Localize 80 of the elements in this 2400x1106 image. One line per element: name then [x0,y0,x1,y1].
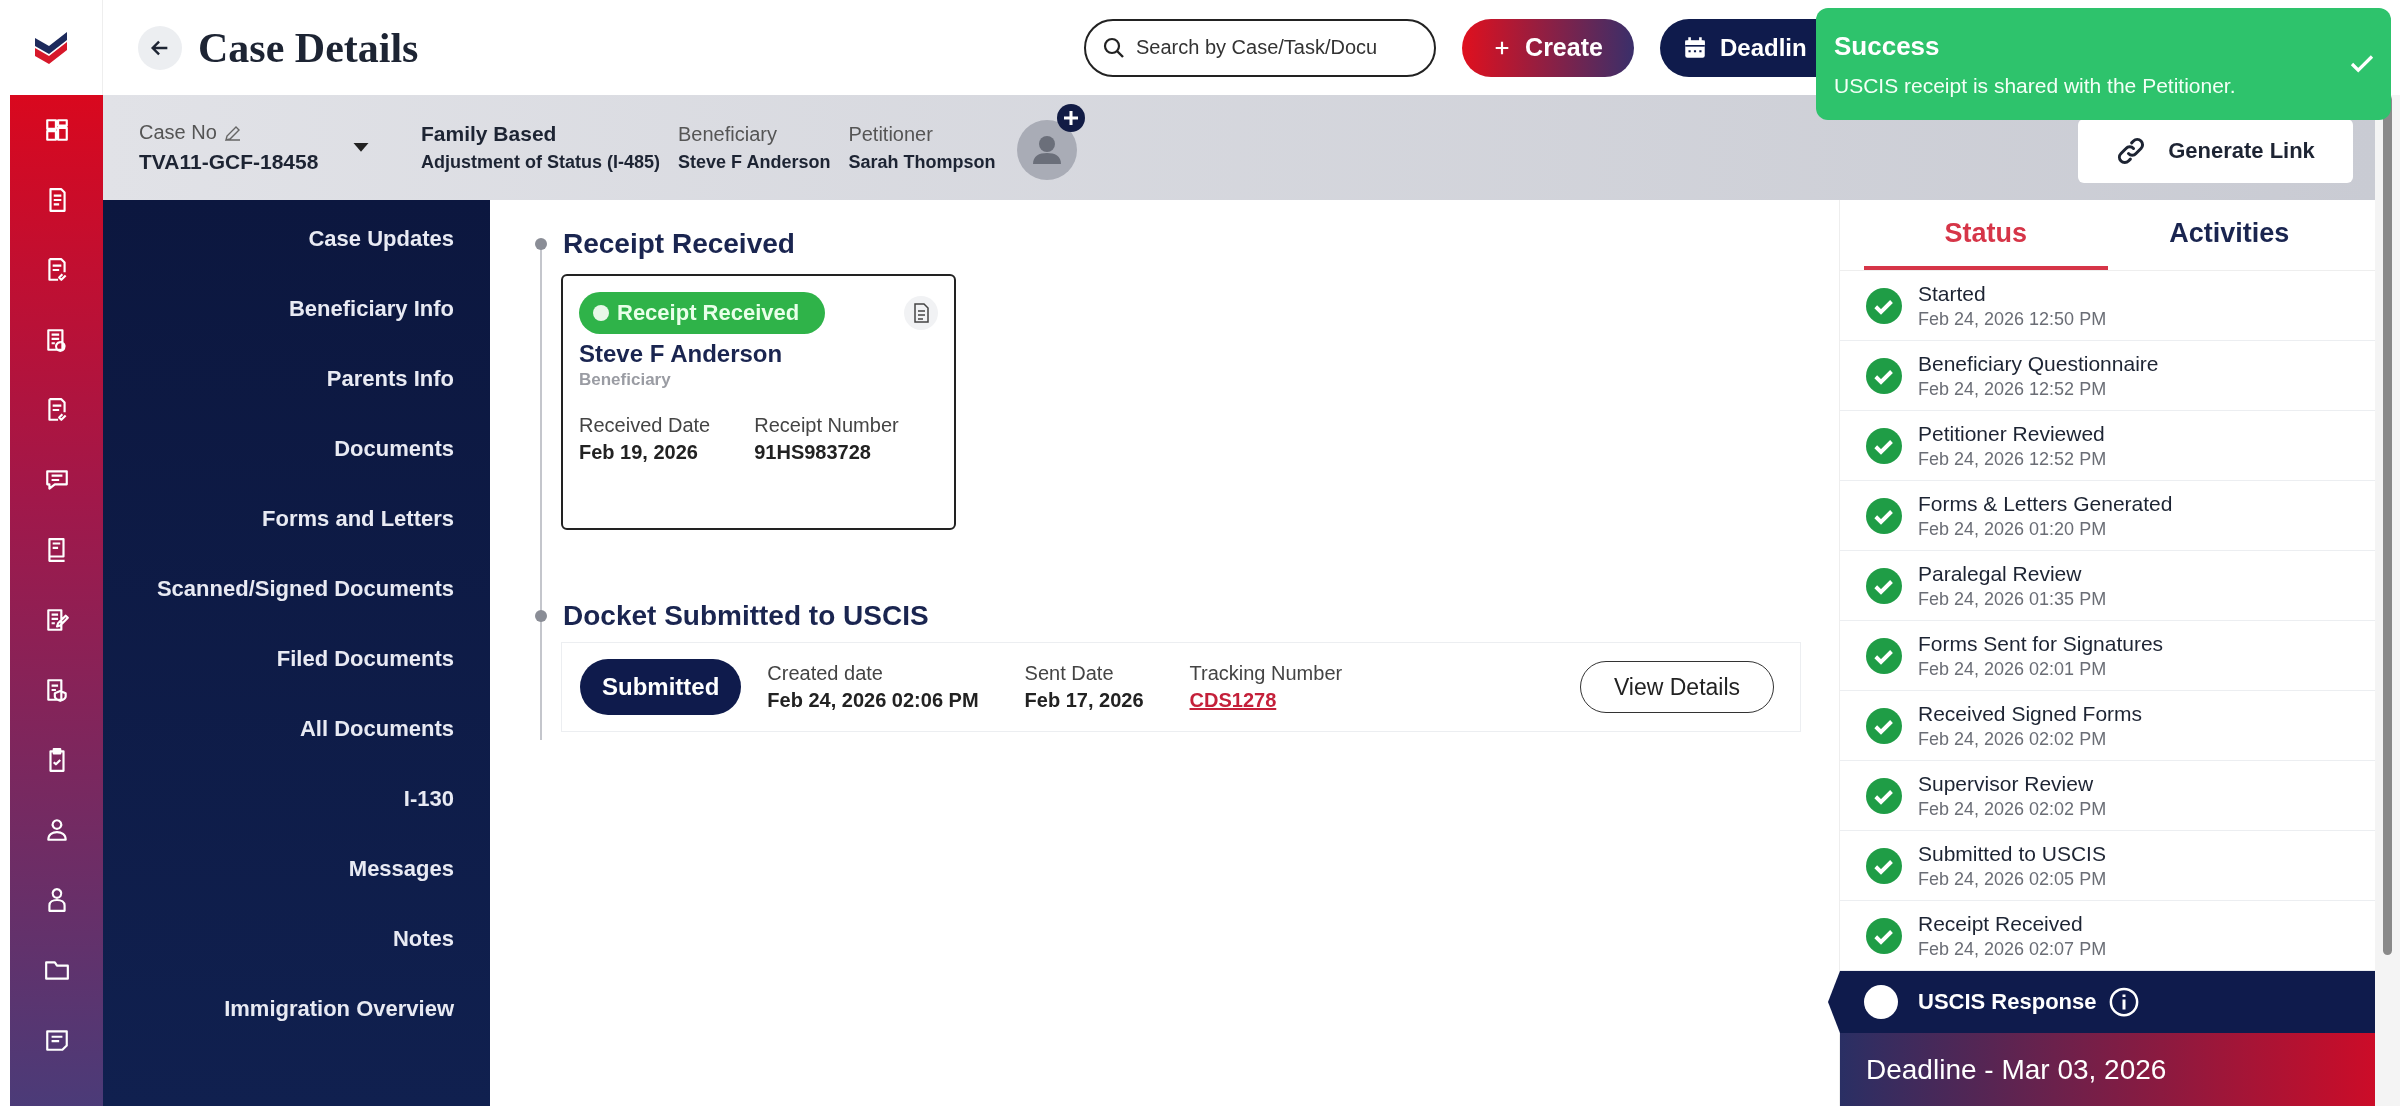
step-title: Petitioner Reviewed [1918,421,2106,446]
step-title: Receipt Received [1918,911,2084,936]
nav-item[interactable]: Scanned/Signed Documents [156,554,454,624]
link-icon [2116,136,2147,166]
panel-tab[interactable]: Status [1864,200,2108,270]
nav-item[interactable]: All Documents [299,694,454,764]
document-icon[interactable] [904,296,938,330]
person-role: Beneficiary [579,370,672,390]
timeline-dot [535,610,547,622]
case-number: TVA11-GCF-18458 [139,150,319,174]
step-title: Forms & Letters Generated [1918,491,2173,516]
field-label: Received Date [579,414,711,437]
beneficiary-label: Beneficiary [678,122,778,146]
case-subcategory: Adjustment of Status (I-485) [421,152,661,173]
person-name: Steve F Anderson [579,340,784,368]
search-icon [1102,35,1126,60]
step-title: Forms Sent for Signatures [1918,631,2164,656]
case-number-label: Case No [139,121,217,144]
step-time: Feb 24, 2026 02:07 PM [1918,938,2107,960]
nav-item[interactable]: Notes [392,904,454,974]
step-title: Started [1918,281,1987,306]
field-label: Created date [767,662,884,685]
page-title: Case Details [198,23,419,72]
nav-item[interactable]: Parents Info [326,344,454,414]
field-label: Tracking Number [1189,662,1343,685]
step-time: Feb 24, 2026 01:20 PM [1918,518,2108,540]
case-category: Family Based [421,122,558,146]
petitioner-name: Sarah Thompson [848,151,996,173]
avatar-icon[interactable] [1017,119,1078,180]
step-time: Feb 24, 2026 02:02 PM [1918,798,2107,820]
nav-item[interactable]: Case Updates [308,204,454,274]
status-badge: Receipt Received [579,292,826,334]
calendar-icon [1682,34,1708,61]
step-title: Paralegal Review [1918,561,2083,586]
view-details-button[interactable]: View Details [1580,661,1774,713]
status-badge: Submitted [580,659,742,715]
tracking-link[interactable]: CDS1278 [1189,689,1343,712]
create-button[interactable]: Create [1462,18,1634,77]
note-icon[interactable] [43,1027,70,1053]
step-title: Received Signed Forms [1918,701,2143,726]
pending-circle-icon [1864,985,1898,1019]
step-time: Feb 24, 2026 02:02 PM [1918,728,2108,750]
add-icon[interactable] [1057,103,1086,132]
field-label: Receipt Number [754,414,899,437]
timeline-dot [535,238,547,250]
nav-item[interactable]: Filed Documents [276,624,454,694]
nav-item[interactable]: Forms and Letters [262,484,454,554]
uscis-response-label: USCIS Response [1918,989,2097,1015]
nav-item[interactable]: Messages [348,834,454,904]
chat-icon[interactable] [43,467,70,493]
step-time: Feb 24, 2026 12:50 PM [1918,308,2107,330]
back-button[interactable] [138,25,182,70]
step-time: Feb 24, 2026 02:01 PM [1918,658,2108,680]
field-value: Feb 17, 2026 [1024,689,1144,712]
nav-item[interactable]: Documents [334,414,454,484]
info-icon[interactable] [2108,987,2139,1017]
step-title: Supervisor Review [1918,771,2095,796]
generate-link-button[interactable]: Generate Link [2078,119,2353,183]
panel-tab[interactable]: Activities [2107,200,2351,270]
step-time: Feb 24, 2026 02:05 PM [1918,868,2107,890]
field-label: Sent Date [1024,662,1115,685]
step-title: Submitted to USCIS [1918,841,2107,866]
petitioner-label: Petitioner [848,122,934,146]
step-time: Feb 24, 2026 12:52 PM [1918,378,2108,400]
nav-item[interactable]: Immigration Overview [224,974,454,1044]
step-time: Feb 24, 2026 12:52 PM [1918,448,2107,470]
nav-item[interactable]: I-130 [403,764,454,834]
beneficiary-name: Steve F Anderson [678,151,831,173]
field-value: Feb 19, 2026 [579,441,699,464]
caret-icon[interactable] [353,142,369,153]
deadline-text: Deadline - Mar 03, 2026 [1866,1053,2167,1086]
search-field[interactable]: Search by Case/Task/Docu [1084,18,1436,77]
nav-item[interactable]: Beneficiary Info [288,274,454,344]
step-time: Feb 24, 2026 01:35 PM [1918,588,2107,610]
timeline-heading: Docket Submitted to USCIS [563,600,929,632]
timeline-heading: Receipt Received [563,228,795,260]
step-title: Beneficiary Questionnaire [1918,351,2159,376]
field-value: Feb 24, 2026 02:06 PM [767,689,979,712]
dashboard-icon[interactable] [43,117,70,143]
field-value: 91HS983728 [754,441,872,464]
